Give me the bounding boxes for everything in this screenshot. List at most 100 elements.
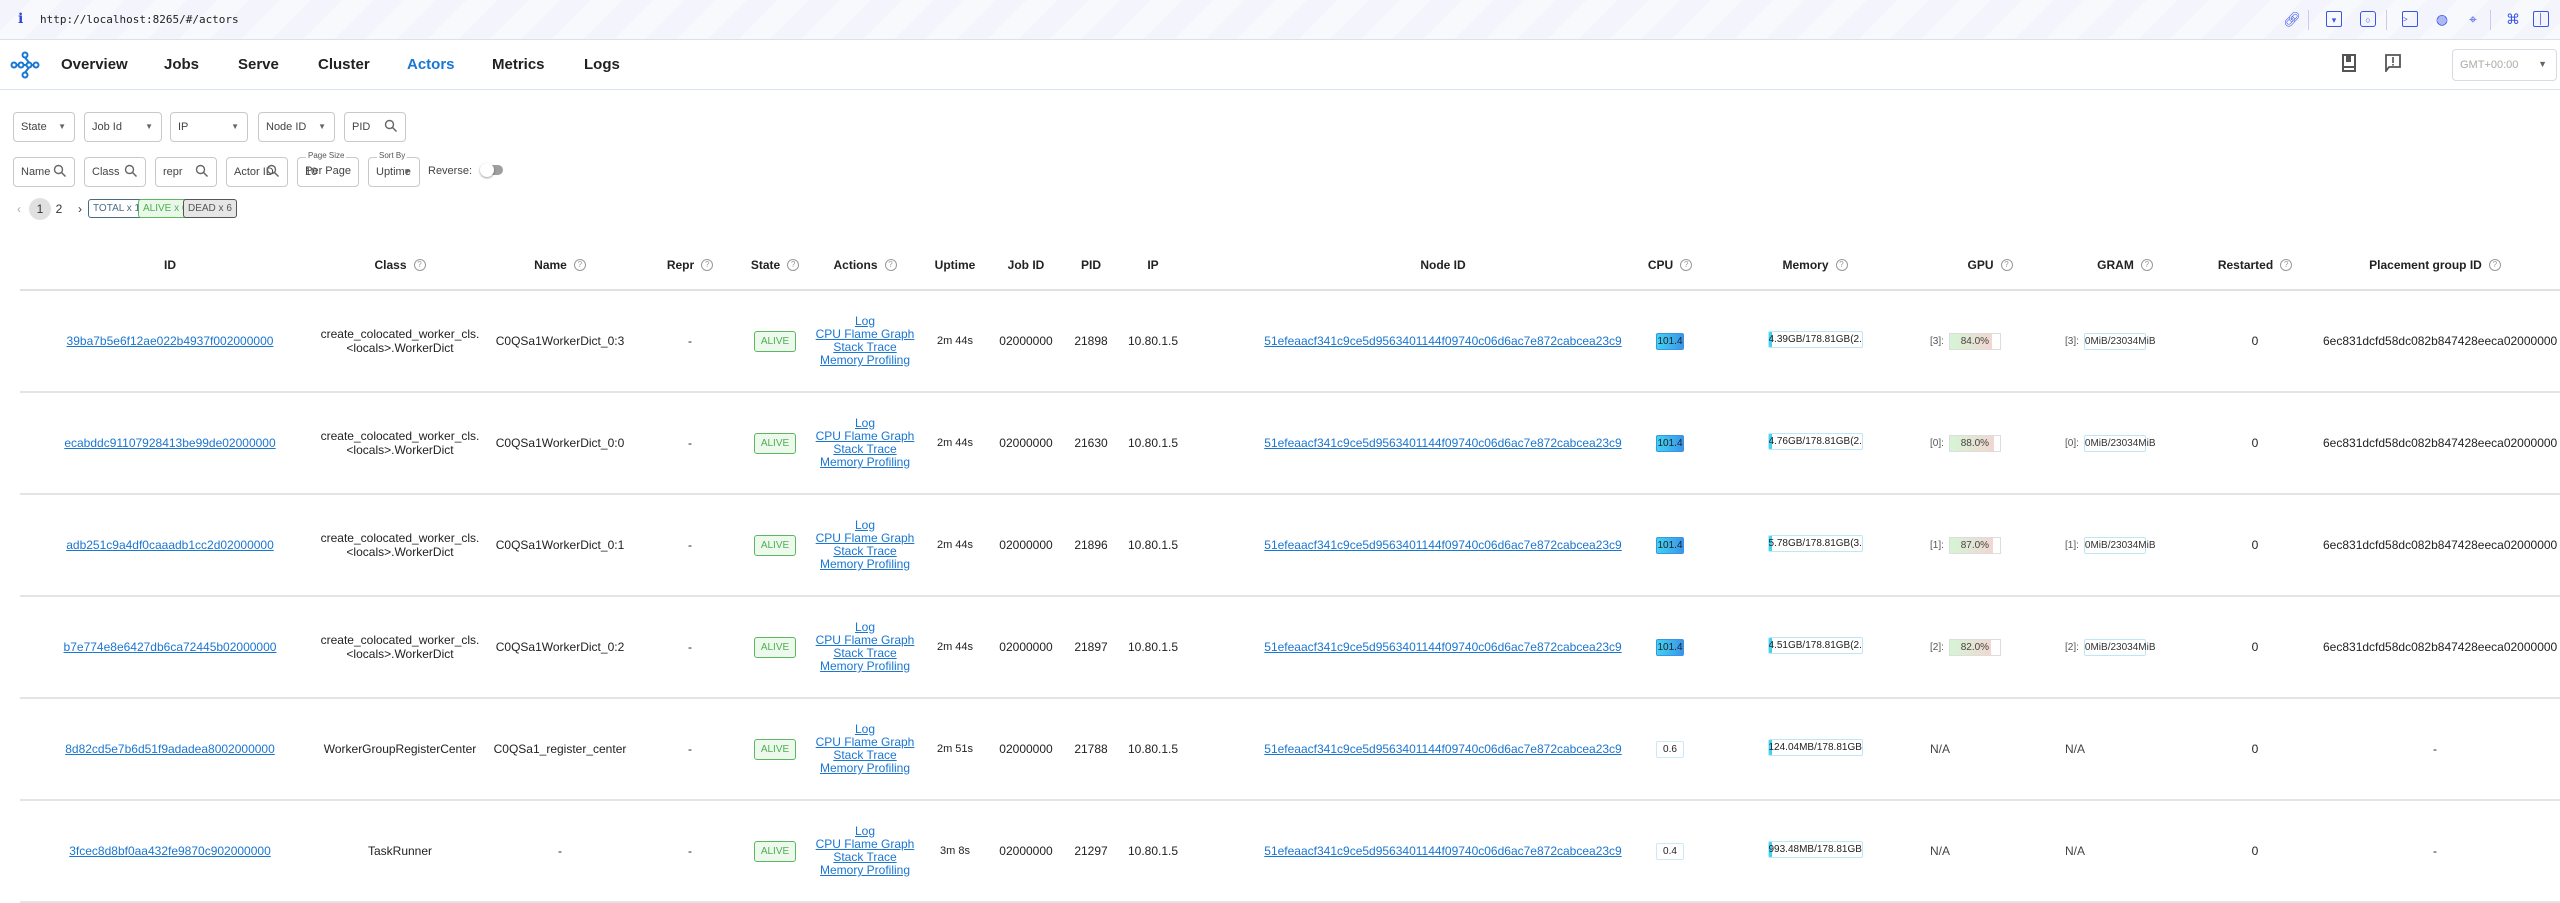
crosshair-icon[interactable]: ⌖ xyxy=(2465,11,2481,27)
actor-name: C0QSa1WorkerDict_0:1 xyxy=(495,538,625,552)
actor-class: WorkerGroupRegisterCenter xyxy=(323,742,477,756)
help-icon[interactable]: ? xyxy=(787,259,800,272)
job-id: 02000000 xyxy=(999,334,1053,348)
node-id-link[interactable]: 51efeaacf341c9ce5d9563401144f09740c06d6a… xyxy=(1264,742,1621,756)
class-search-input[interactable]: Class xyxy=(84,157,146,187)
actor-class: create_colocated_worker_cls. xyxy=(320,429,480,443)
action-cpu-flame-graph-link[interactable]: CPU Flame Graph xyxy=(816,837,915,851)
gram-na: N/A xyxy=(2065,844,2086,858)
pid-search-input[interactable]: PID xyxy=(344,112,406,142)
help-icon[interactable]: ? xyxy=(1835,259,1848,272)
extension-icon[interactable]: ⌘ xyxy=(2505,11,2521,27)
node-id-link[interactable]: 51efeaacf341c9ce5d9563401144f09740c06d6a… xyxy=(1264,334,1621,348)
action-stack-trace-link[interactable]: Stack Trace xyxy=(833,340,896,354)
prev-page-button[interactable]: ‹ xyxy=(14,198,24,220)
actor-id-link[interactable]: b7e774e8e6427db6ca72445b02000000 xyxy=(64,640,277,654)
gpu-usage-text: 84.0% xyxy=(1960,335,1990,347)
sort-by-select[interactable]: Sort By Uptime ▼ xyxy=(368,151,420,187)
node-id-filter[interactable]: Node ID ▼ xyxy=(258,112,335,142)
url-bar[interactable]: http://localhost:8265/#/actors xyxy=(40,13,239,26)
sidebar-icon[interactable]: │ xyxy=(2533,11,2549,27)
job-id-filter[interactable]: Job Id ▼ xyxy=(84,112,162,142)
help-icon[interactable]: ? xyxy=(413,259,426,272)
help-icon[interactable]: ? xyxy=(2488,259,2501,272)
camera-icon[interactable]: ○ xyxy=(2360,11,2376,27)
globe-icon[interactable]: ◍ xyxy=(2434,11,2450,27)
terminal-icon[interactable]: > xyxy=(2402,11,2418,27)
uptime: 2m 44s xyxy=(936,437,974,449)
link-icon[interactable]: 🔗︎ xyxy=(2283,11,2301,27)
nav-actors[interactable]: Actors xyxy=(407,56,455,73)
action-log-link[interactable]: Log xyxy=(855,722,875,736)
action-log-link[interactable]: Log xyxy=(855,314,875,328)
actor-name: C0QSa1WorkerDict_0:0 xyxy=(495,436,625,450)
help-icon[interactable]: ? xyxy=(1680,259,1693,272)
page-size-input[interactable]: Page Size 10 Per Page xyxy=(297,151,359,187)
actor-id-link[interactable]: 39ba7b5e6f12ae022b4937f002000000 xyxy=(67,334,274,348)
dead-count-badge[interactable]: DEAD x 6 xyxy=(183,199,237,218)
action-stack-trace-link[interactable]: Stack Trace xyxy=(833,442,896,456)
action-memory-profiling-link[interactable]: Memory Profiling xyxy=(820,557,910,571)
help-icon[interactable]: ? xyxy=(573,259,586,272)
actor-id-link[interactable]: 8d82cd5e7b6d51f9adadea8002000000 xyxy=(65,742,275,756)
action-cpu-flame-graph-link[interactable]: CPU Flame Graph xyxy=(816,633,915,647)
nav-jobs[interactable]: Jobs xyxy=(164,56,199,73)
gpu-na: N/A xyxy=(1930,742,1951,756)
ip-filter[interactable]: IP ▼ xyxy=(170,112,248,142)
nav-serve[interactable]: Serve xyxy=(238,56,279,73)
actor-id-link[interactable]: adb251c9a4df0caaadb1cc2d02000000 xyxy=(66,538,274,552)
action-log-link[interactable]: Log xyxy=(855,620,875,634)
action-log-link[interactable]: Log xyxy=(855,518,875,532)
node-id-link[interactable]: 51efeaacf341c9ce5d9563401144f09740c06d6a… xyxy=(1264,640,1621,654)
chevron-down-icon: ▼ xyxy=(145,122,153,131)
action-cpu-flame-graph-link[interactable]: CPU Flame Graph xyxy=(816,327,915,341)
job-id: 02000000 xyxy=(999,640,1053,654)
action-memory-profiling-link[interactable]: Memory Profiling xyxy=(820,455,910,469)
ray-logo-icon[interactable] xyxy=(10,51,40,79)
node-id-link[interactable]: 51efeaacf341c9ce5d9563401144f09740c06d6a… xyxy=(1264,538,1621,552)
action-cpu-flame-graph-link[interactable]: CPU Flame Graph xyxy=(816,531,915,545)
action-log-link[interactable]: Log xyxy=(855,416,875,430)
reverse-toggle[interactable] xyxy=(480,163,503,177)
action-stack-trace-link[interactable]: Stack Trace xyxy=(833,544,896,558)
help-icon[interactable]: ? xyxy=(2000,259,2013,272)
node-id-link[interactable]: 51efeaacf341c9ce5d9563401144f09740c06d6a… xyxy=(1264,436,1621,450)
column-header-label: PID xyxy=(1080,257,1101,272)
help-icon[interactable]: ? xyxy=(2140,259,2153,272)
page-1-button[interactable]: 1 xyxy=(29,198,51,220)
feedback-icon[interactable] xyxy=(2385,54,2405,76)
cpu-usage-badge: 101.4 xyxy=(1656,536,1684,554)
screenshot-icon[interactable]: ▾ xyxy=(2326,11,2342,27)
help-icon[interactable]: ? xyxy=(2280,259,2293,272)
actor-repr: - xyxy=(688,436,692,450)
action-memory-profiling-link[interactable]: Memory Profiling xyxy=(820,353,910,367)
action-stack-trace-link[interactable]: Stack Trace xyxy=(833,748,896,762)
action-stack-trace-link[interactable]: Stack Trace xyxy=(833,850,896,864)
page-2-button[interactable]: 2 xyxy=(54,198,64,220)
help-icon[interactable]: ? xyxy=(701,259,714,272)
state-filter[interactable]: State ▼ xyxy=(13,112,75,142)
info-icon[interactable]: i xyxy=(18,11,23,27)
help-icon[interactable]: ? xyxy=(884,259,897,272)
action-memory-profiling-link[interactable]: Memory Profiling xyxy=(820,863,910,877)
actor-id-search-input[interactable]: Actor ID xyxy=(226,157,288,187)
nav-logs[interactable]: Logs xyxy=(584,56,620,73)
action-cpu-flame-graph-link[interactable]: CPU Flame Graph xyxy=(816,429,915,443)
repr-search-input[interactable]: repr xyxy=(155,157,217,187)
timezone-select[interactable]: GMT+00:00 ▼ xyxy=(2452,49,2557,81)
action-memory-profiling-link[interactable]: Memory Profiling xyxy=(820,659,910,673)
nav-metrics[interactable]: Metrics xyxy=(492,56,545,73)
class-placeholder: Class xyxy=(92,166,120,178)
docs-book-icon[interactable] xyxy=(2342,54,2362,76)
node-id-link[interactable]: 51efeaacf341c9ce5d9563401144f09740c06d6a… xyxy=(1264,844,1621,858)
next-page-button[interactable]: › xyxy=(75,198,85,220)
nav-cluster[interactable]: Cluster xyxy=(318,56,370,73)
actor-id-link[interactable]: ecabddc91107928413be99de02000000 xyxy=(64,436,275,450)
action-memory-profiling-link[interactable]: Memory Profiling xyxy=(820,761,910,775)
name-search-input[interactable]: Name xyxy=(13,157,75,187)
action-cpu-flame-graph-link[interactable]: CPU Flame Graph xyxy=(816,735,915,749)
nav-overview[interactable]: Overview xyxy=(61,56,128,73)
action-log-link[interactable]: Log xyxy=(855,824,875,838)
actor-id-link[interactable]: 3fcec8d8bf0aa432fe9870c902000000 xyxy=(69,844,271,858)
action-stack-trace-link[interactable]: Stack Trace xyxy=(833,646,896,660)
